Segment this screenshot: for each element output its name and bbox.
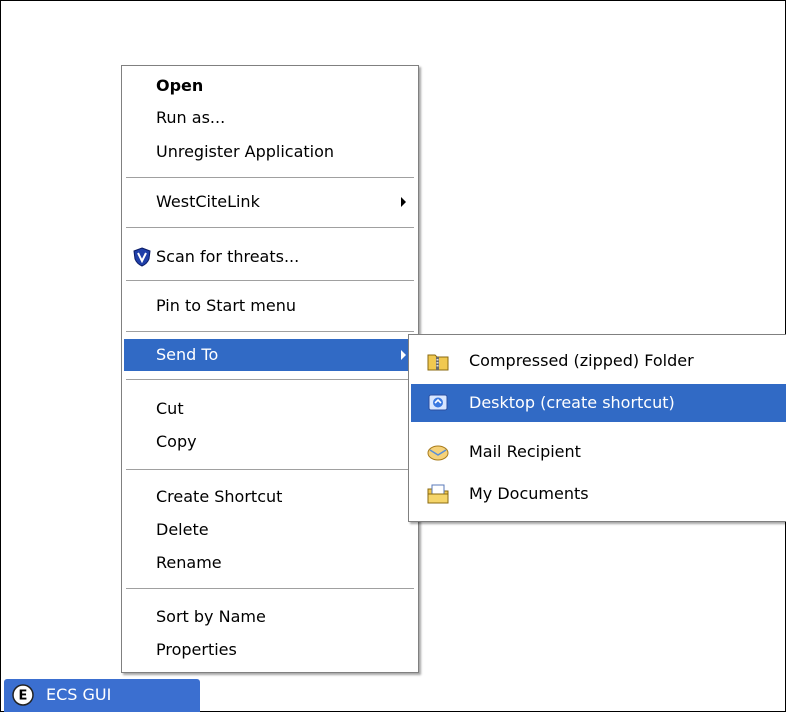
taskbar-button-label: ECS GUI: [46, 685, 112, 704]
menu-item-westcitelink[interactable]: WestCiteLink: [124, 186, 416, 218]
menu-item-label: Scan for threats...: [156, 247, 300, 266]
menu-separator: [126, 227, 414, 228]
menu-separator: [126, 177, 414, 178]
menu-item-label: Rename: [156, 553, 222, 572]
menu-item-copy[interactable]: Copy: [124, 426, 416, 458]
menu-item-label: Run as...: [156, 108, 226, 127]
submenu-arrow-icon: [401, 350, 406, 360]
submenu-arrow-icon: [401, 197, 406, 207]
menu-item-rename[interactable]: Rename: [124, 547, 416, 579]
menu-item-send-to[interactable]: Send To: [124, 339, 416, 371]
menu-item-label: Open: [156, 76, 204, 95]
antivirus-shield-icon: [133, 247, 151, 267]
menu-item-properties[interactable]: Properties: [124, 634, 416, 666]
menu-item-label: Unregister Application: [156, 142, 335, 161]
taskbar-button-ecs-gui[interactable]: E ECS GUI: [4, 679, 200, 712]
ecs-app-icon: E: [12, 684, 34, 706]
menu-separator: [126, 331, 414, 332]
menu-item-pin-to-start-menu[interactable]: Pin to Start menu: [124, 290, 416, 322]
menu-item-delete[interactable]: Delete: [124, 514, 416, 546]
menu-item-label: Create Shortcut: [156, 487, 283, 506]
menu-item-label: Properties: [156, 640, 237, 659]
menu-item-label: Sort by Name: [156, 607, 266, 626]
menu-item-label: Pin to Start menu: [156, 296, 296, 315]
svg-text:E: E: [19, 689, 28, 704]
zip-folder-icon: [427, 354, 449, 371]
my-documents-icon: [427, 484, 449, 504]
submenu-item-compressed-folder[interactable]: Compressed (zipped) Folder: [411, 342, 786, 380]
menu-item-label: WestCiteLink: [156, 192, 260, 211]
submenu-item-desktop-shortcut[interactable]: Desktop (create shortcut): [411, 384, 786, 422]
context-menu: Open Run as... Unregister Application We…: [121, 65, 419, 673]
menu-item-label: Cut: [156, 399, 184, 418]
menu-item-label: Delete: [156, 520, 209, 539]
menu-item-open[interactable]: Open: [124, 70, 416, 102]
menu-item-label: Send To: [156, 345, 219, 364]
menu-item-unregister-application[interactable]: Unregister Application: [124, 136, 416, 168]
menu-separator: [126, 280, 414, 281]
submenu-item-my-documents[interactable]: My Documents: [411, 475, 786, 513]
submenu-item-mail-recipient[interactable]: Mail Recipient: [411, 433, 786, 471]
mail-icon: [427, 445, 449, 461]
send-to-submenu: Compressed (zipped) Folder Desktop (crea…: [408, 334, 786, 522]
submenu-item-label: Desktop (create shortcut): [469, 393, 675, 412]
menu-item-create-shortcut[interactable]: Create Shortcut: [124, 481, 416, 513]
menu-item-label: Copy: [156, 432, 197, 451]
submenu-item-label: Compressed (zipped) Folder: [469, 351, 694, 370]
submenu-item-label: Mail Recipient: [469, 442, 581, 461]
menu-separator: [126, 588, 414, 589]
menu-item-run-as[interactable]: Run as...: [124, 102, 416, 134]
menu-separator: [126, 379, 414, 380]
desktop-icon: [428, 394, 448, 411]
submenu-item-label: My Documents: [469, 484, 589, 503]
menu-separator: [126, 469, 414, 470]
menu-item-sort-by-name[interactable]: Sort by Name: [124, 601, 416, 633]
menu-item-scan-for-threats[interactable]: Scan for threats...: [124, 241, 416, 273]
menu-item-cut[interactable]: Cut: [124, 393, 416, 425]
